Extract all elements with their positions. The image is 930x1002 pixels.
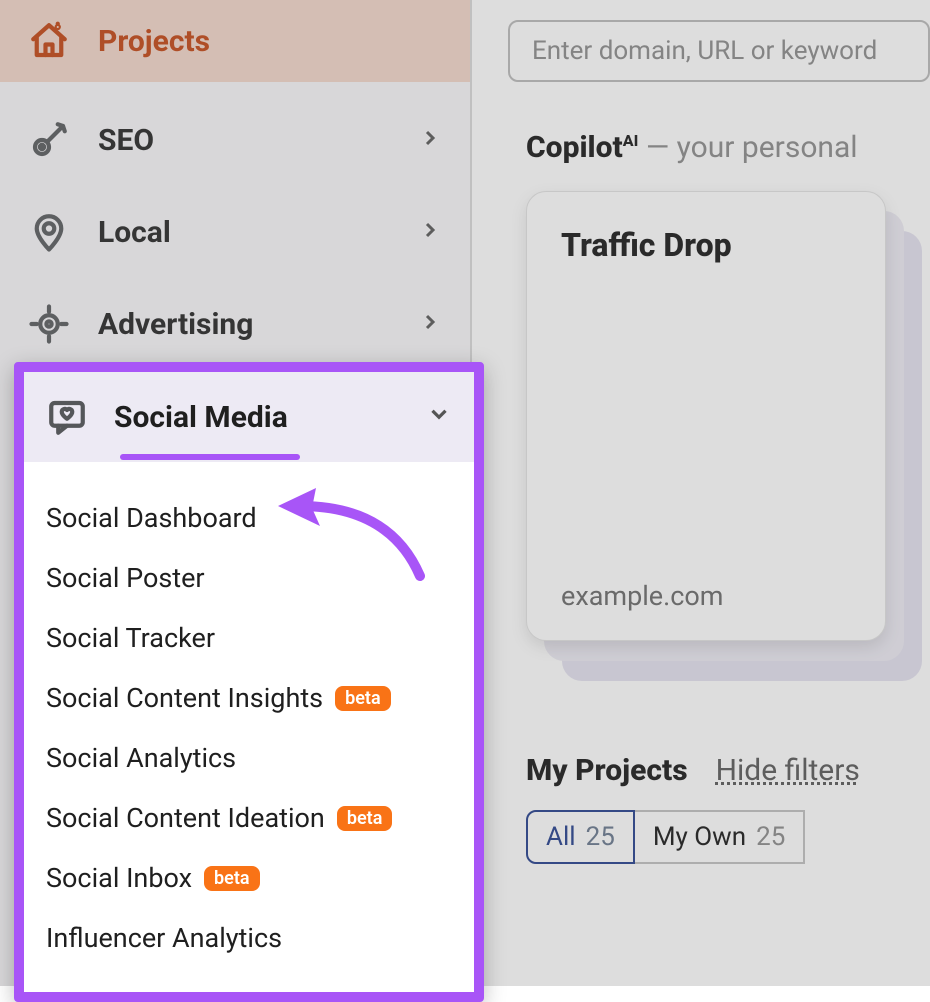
sidebar-projects-label: Projects <box>98 24 210 59</box>
card-domain: example.com <box>561 580 851 612</box>
social-submenu-label: Social Tracker <box>46 622 215 654</box>
social-submenu-item[interactable]: Social Dashboard <box>46 488 452 548</box>
seo-icon <box>28 119 70 161</box>
beta-badge: beta <box>335 686 391 711</box>
social-submenu-item[interactable]: Social Poster <box>46 548 452 608</box>
social-submenu-item[interactable]: Social Content Insights beta <box>46 668 452 728</box>
sidebar-item-label: Social Media <box>114 400 288 435</box>
beta-badge: beta <box>204 866 260 891</box>
social-submenu-label: Social Dashboard <box>46 502 257 534</box>
map-pin-icon <box>28 211 70 253</box>
chevron-down-icon <box>426 400 452 435</box>
project-filter-pills: All 25 My Own 25 <box>526 810 930 864</box>
filter-pill-all[interactable]: All 25 <box>526 810 635 864</box>
sidebar-item-social-media[interactable]: Social Media <box>24 372 474 462</box>
my-projects-title: My Projects <box>526 753 688 788</box>
card-title: Traffic Drop <box>561 226 851 264</box>
highlight-underline <box>120 454 300 460</box>
sidebar-item-advertising[interactable]: Advertising <box>0 278 470 370</box>
social-submenu-item[interactable]: Social Analytics <box>46 728 452 788</box>
social-submenu-label: Social Poster <box>46 562 205 594</box>
chevron-right-icon <box>418 123 442 158</box>
insight-card[interactable]: Traffic Drop example.com <box>526 191 886 641</box>
filter-pill-myown[interactable]: My Own 25 <box>635 810 805 864</box>
sidebar-item-label: Advertising <box>98 307 253 342</box>
sidebar-projects[interactable]: Projects <box>0 0 470 82</box>
search-input[interactable]: Enter domain, URL or keyword <box>508 20 930 82</box>
sidebar-item-local[interactable]: Local <box>0 186 470 278</box>
sidebar-item-label: SEO <box>98 123 154 158</box>
social-submenu-label: Influencer Analytics <box>46 922 282 954</box>
sidebar-item-seo[interactable]: SEO <box>0 94 470 186</box>
copilot-heading: CopilotAI — your personal <box>526 130 930 165</box>
chevron-right-icon <box>418 215 442 250</box>
social-submenu-item[interactable]: Influencer Analytics <box>46 908 452 968</box>
home-icon <box>28 20 70 62</box>
social-submenu-label: Social Content Ideation <box>46 802 325 834</box>
hide-filters-link[interactable]: Hide filters <box>716 753 860 788</box>
search-placeholder: Enter domain, URL or keyword <box>532 36 877 66</box>
social-submenu-label: Social Inbox <box>46 862 192 894</box>
beta-badge: beta <box>337 806 393 831</box>
chat-heart-icon <box>46 396 88 438</box>
sidebar-social-media-panel: Social Media Social Dashboard Social Post… <box>14 362 484 1002</box>
social-submenu-item[interactable]: Social Tracker <box>46 608 452 668</box>
insight-card-stack: Traffic Drop example.com <box>526 191 930 641</box>
chevron-right-icon <box>418 307 442 342</box>
target-icon <box>28 303 70 345</box>
social-submenu-label: Social Content Insights <box>46 682 323 714</box>
social-submenu-item[interactable]: Social Content Ideation beta <box>46 788 452 848</box>
social-submenu-item[interactable]: Social Inbox beta <box>46 848 452 908</box>
social-submenu-label: Social Analytics <box>46 742 236 774</box>
sidebar-item-label: Local <box>98 215 171 250</box>
